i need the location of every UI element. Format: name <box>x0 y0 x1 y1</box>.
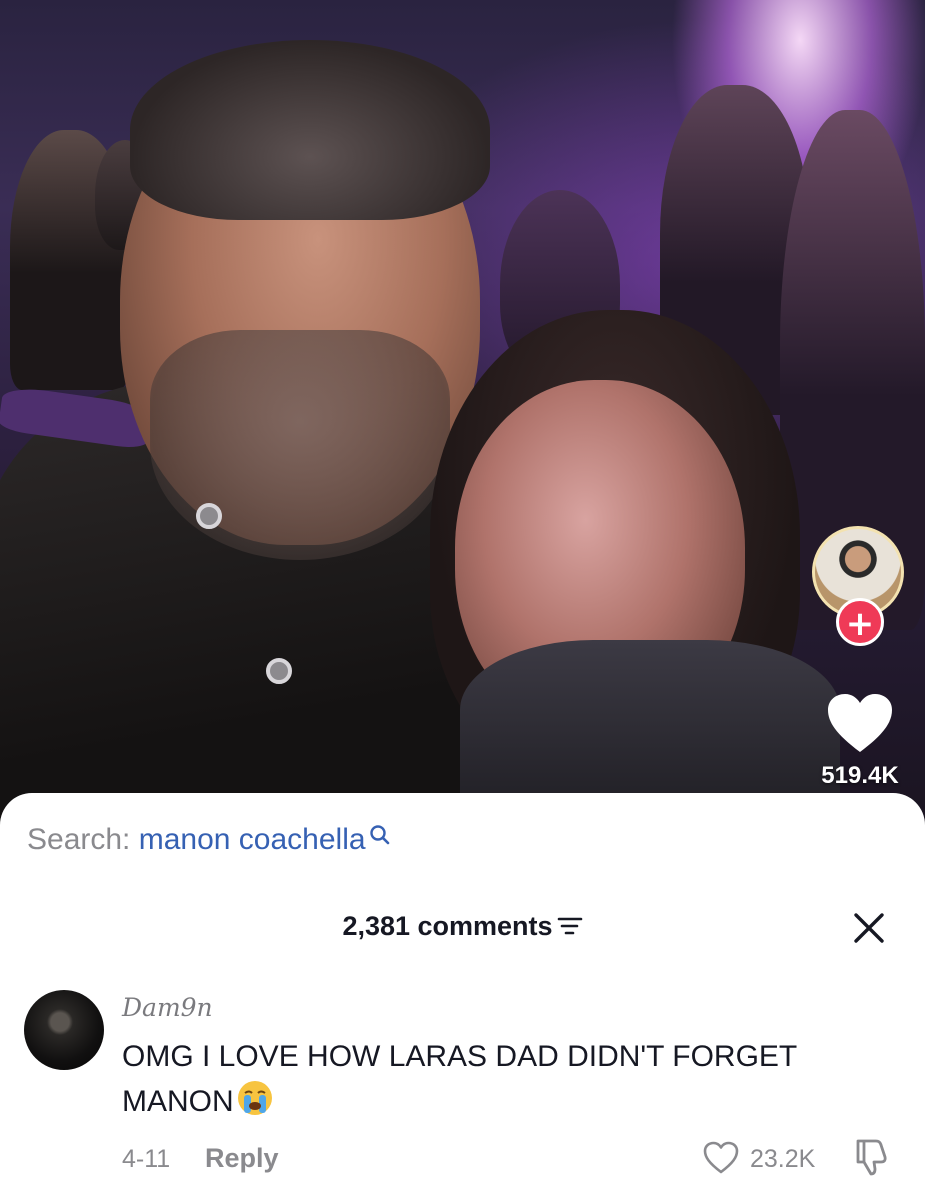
search-suggestion[interactable]: Search: manon coachella <box>27 823 392 857</box>
like-count: 519.4K <box>821 762 899 789</box>
comments-sheet: Search: manon coachella 2,381 comments D… <box>0 793 925 1200</box>
comments-header: 2,381 comments <box>0 911 925 942</box>
jacket-button <box>196 503 222 529</box>
search-query[interactable]: manon coachella <box>139 823 366 856</box>
comment-body: OMG I LOVE HOW LARAS DAD DIDN'T FORGET M… <box>122 1040 797 1118</box>
reply-button[interactable]: Reply <box>205 1143 279 1174</box>
search-icon <box>369 825 389 845</box>
crying-emoji-icon <box>237 1081 272 1115</box>
filter-icon[interactable] <box>557 915 583 937</box>
comment-like-count: 23.2K <box>750 1145 816 1173</box>
man-hair <box>130 40 490 220</box>
avatar[interactable] <box>24 990 104 1070</box>
heart-icon[interactable] <box>703 1141 739 1175</box>
jacket-button <box>266 658 292 684</box>
comment-date: 4-11 <box>122 1145 171 1173</box>
comment-username[interactable]: Dam9n <box>122 993 213 1022</box>
comments-count: 2,381 comments <box>342 911 553 941</box>
heart-icon[interactable] <box>826 692 894 756</box>
close-icon[interactable] <box>852 911 886 945</box>
comment-text: OMG I LOVE HOW LARAS DAD DIDN'T FORGET M… <box>122 1035 882 1124</box>
search-prefix: Search: <box>27 823 131 856</box>
dislike-icon[interactable] <box>850 1137 892 1177</box>
video-player[interactable]: + 519.4K <box>0 0 925 830</box>
follow-button[interactable]: + <box>836 598 884 646</box>
man-beard <box>150 330 450 560</box>
